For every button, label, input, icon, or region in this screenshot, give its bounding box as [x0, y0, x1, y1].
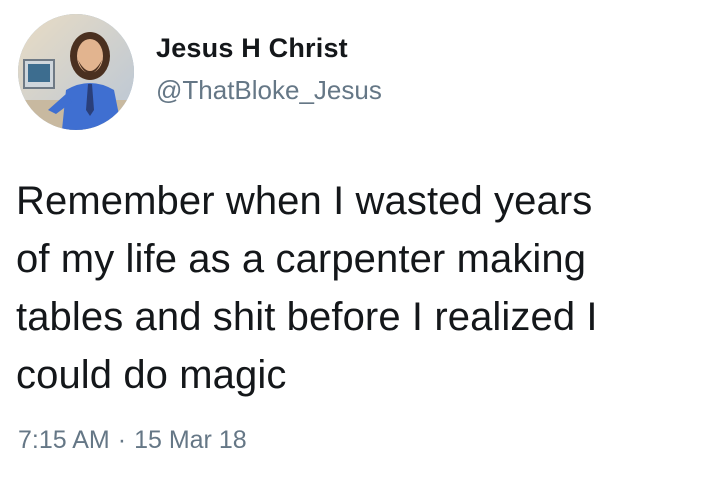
author-identity: Jesus H Christ @ThatBloke_Jesus	[156, 31, 382, 107]
tweet-timestamp[interactable]: 7:15 AM · 15 Mar 18	[18, 424, 247, 456]
tweet-card: Jesus H Christ @ThatBloke_Jesus Remember…	[0, 0, 720, 483]
tweet-text: Remember when I wasted years of my life …	[16, 179, 598, 397]
tweet-time: 7:15 AM	[18, 426, 110, 454]
tweet-header: Jesus H Christ @ThatBloke_Jesus	[18, 14, 382, 130]
tweet-date: 15 Mar 18	[134, 426, 247, 454]
meta-separator: ·	[117, 426, 127, 454]
avatar[interactable]	[18, 14, 134, 130]
author-display-name[interactable]: Jesus H Christ	[156, 31, 382, 65]
avatar-image	[18, 14, 134, 130]
author-handle[interactable]: @ThatBloke_Jesus	[156, 73, 382, 107]
